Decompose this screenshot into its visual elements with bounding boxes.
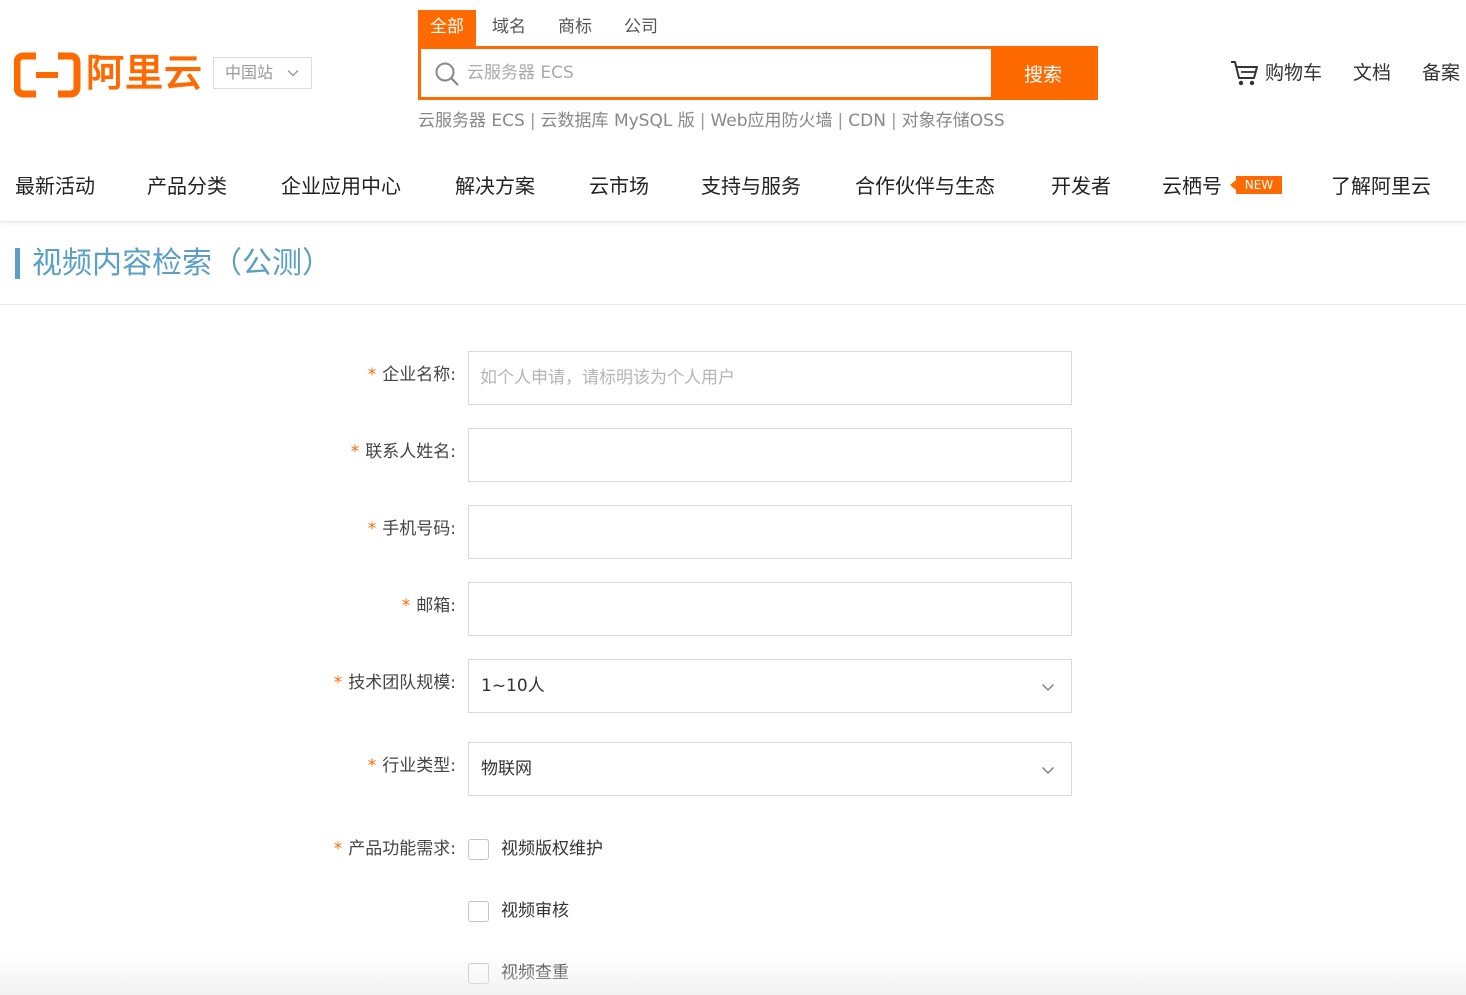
email-label-text: 邮箱: xyxy=(416,596,456,616)
nav-item-developers[interactable]: 开发者 xyxy=(1051,168,1111,204)
required-mark: * xyxy=(350,442,360,462)
search-button[interactable]: 搜索 xyxy=(991,49,1095,97)
company-name-label: * 企业名称: xyxy=(368,363,456,387)
industry-value: 物联网 xyxy=(481,759,532,779)
chevron-down-icon xyxy=(1042,684,1054,691)
email-input[interactable] xyxy=(469,583,1071,635)
required-mark: * xyxy=(367,519,377,539)
shopping-cart-icon xyxy=(1230,61,1258,86)
contact-name-input[interactable] xyxy=(469,429,1071,481)
team-size-label-text: 技术团队规模: xyxy=(348,673,456,693)
beian-link[interactable]: 备案 xyxy=(1422,58,1460,88)
need-option-dedup-label: 视频查重 xyxy=(501,963,569,983)
divider: | xyxy=(890,111,897,131)
search-tab-all[interactable]: 全部 xyxy=(418,10,476,46)
email-label: * 邮箱: xyxy=(402,594,456,618)
checkbox[interactable] xyxy=(468,838,489,860)
nav-item-marketplace[interactable]: 云市场 xyxy=(589,168,649,204)
search-tab-trademark[interactable]: 商标 xyxy=(542,10,608,46)
hot-link-cdn[interactable]: CDN xyxy=(848,111,886,131)
cart-link[interactable]: 购物车 xyxy=(1230,58,1322,88)
divider: | xyxy=(837,111,844,131)
contact-name-label-text: 联系人姓名: xyxy=(365,442,456,462)
region-selector[interactable]: 中国站 xyxy=(213,57,312,89)
team-size-select[interactable]: 1~10人 xyxy=(468,659,1072,713)
hot-link-oss[interactable]: 对象存储OSS xyxy=(902,111,1005,131)
bottom-fade xyxy=(0,950,1466,995)
nav-item-partners[interactable]: 合作伙伴与生态 xyxy=(855,168,995,204)
search-tab-company[interactable]: 公司 xyxy=(608,10,674,46)
title-accent-bar xyxy=(15,248,20,279)
search-box: 搜索 xyxy=(418,46,1098,100)
nav-item-about[interactable]: 了解阿里云 xyxy=(1331,168,1431,204)
required-mark: * xyxy=(367,365,377,385)
docs-link[interactable]: 文档 xyxy=(1353,58,1391,88)
company-name-field-wrap xyxy=(468,351,1072,405)
nav-item-support[interactable]: 支持与服务 xyxy=(701,168,801,204)
site-header: 阿里云 中国站 全部 域名 商标 公司 搜索 云服务器 ECS|云数据库 MyS… xyxy=(0,0,1466,222)
hot-link-mysql[interactable]: 云数据库 MySQL 版 xyxy=(541,111,695,131)
industry-label-text: 行业类型: xyxy=(382,756,456,776)
product-needs-label: * 产品功能需求: xyxy=(334,837,456,861)
hot-search-links: 云服务器 ECS | 云数据库 MySQL 版 | Web应用防火墙 | CDN | 对象存储O… xyxy=(418,108,1005,134)
required-mark: * xyxy=(333,673,343,693)
need-option-dedup[interactable]: 视频查重 xyxy=(468,961,569,985)
chevron-down-icon xyxy=(287,70,299,77)
new-badge: NEW xyxy=(1230,176,1282,194)
team-size-value: 1~10人 xyxy=(481,676,545,696)
need-option-review[interactable]: 视频审核 xyxy=(468,899,569,923)
page-title: 视频内容检索（公测） xyxy=(32,246,332,281)
nav-item-latest-activities[interactable]: 最新活动 xyxy=(15,168,95,204)
required-mark: * xyxy=(401,596,411,616)
nav-item-enterprise-apps[interactable]: 企业应用中心 xyxy=(281,168,401,204)
nav-item-products[interactable]: 产品分类 xyxy=(147,168,227,204)
search-input-wrap xyxy=(421,49,991,97)
required-mark: * xyxy=(367,756,377,776)
cart-label: 购物车 xyxy=(1264,62,1322,84)
phone-input[interactable] xyxy=(469,506,1071,558)
phone-label-text: 手机号码: xyxy=(382,519,456,539)
divider: | xyxy=(699,111,706,131)
checkbox[interactable] xyxy=(468,900,489,922)
header-right-links: 购物车 文档 备案 xyxy=(1199,58,1460,88)
industry-label: * 行业类型: xyxy=(368,754,456,778)
contact-name-field-wrap xyxy=(468,428,1072,482)
region-label: 中国站 xyxy=(225,63,274,82)
hot-link-ecs[interactable]: 云服务器 ECS xyxy=(418,111,525,131)
search-tab-domain[interactable]: 域名 xyxy=(476,10,542,46)
phone-field-wrap xyxy=(468,505,1072,559)
industry-select[interactable]: 物联网 xyxy=(468,742,1072,796)
need-option-review-label: 视频审核 xyxy=(501,901,569,921)
logo-text[interactable]: 阿里云 xyxy=(86,50,203,96)
company-name-label-text: 企业名称: xyxy=(382,365,456,385)
divider: | xyxy=(529,111,536,131)
search-tabs: 全部 域名 商标 公司 xyxy=(418,10,674,46)
need-option-copyright-label: 视频版权维护 xyxy=(501,839,603,859)
hot-link-waf[interactable]: Web应用防火墙 xyxy=(710,111,832,131)
chevron-down-icon xyxy=(1042,767,1054,774)
required-mark: * xyxy=(333,839,343,859)
nav-item-solutions[interactable]: 解决方案 xyxy=(455,168,535,204)
team-size-label: * 技术团队规模: xyxy=(334,671,456,695)
search-input[interactable] xyxy=(421,49,991,97)
email-field-wrap xyxy=(468,582,1072,636)
product-needs-label-text: 产品功能需求: xyxy=(348,839,456,859)
title-divider xyxy=(0,304,1466,305)
nav-item-yunqi[interactable]: 云栖号 xyxy=(1162,168,1222,204)
contact-name-label: * 联系人姓名: xyxy=(351,440,456,464)
phone-label: * 手机号码: xyxy=(368,517,456,541)
need-option-copyright[interactable]: 视频版权维护 xyxy=(468,837,603,861)
company-name-input[interactable] xyxy=(469,352,1071,404)
search-icon xyxy=(435,62,459,86)
checkbox[interactable] xyxy=(468,962,489,984)
